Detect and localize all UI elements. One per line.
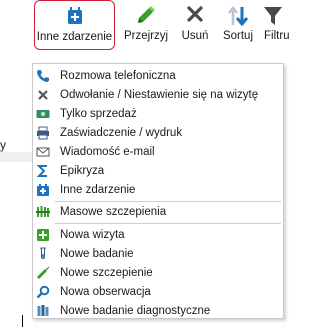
- menu-item-label: Tylko sprzedaż: [60, 108, 137, 120]
- menu-item-rozmowa-telefoniczna[interactable]: Rozmowa telefoniczna: [33, 67, 283, 86]
- magnifier-icon: [36, 285, 50, 299]
- diagnostic-tubes-icon: [37, 305, 49, 316]
- menu-item-tylko-sprzedaz[interactable]: Tylko sprzedaż: [33, 105, 283, 124]
- menu-item-label: Nowe szczepienie: [60, 267, 153, 279]
- menu-item-label: Nowe badanie diagnostyczne: [60, 305, 211, 317]
- usun-label: Usuń: [181, 30, 209, 42]
- menu-separator: [55, 201, 281, 202]
- menu-separator: [55, 223, 281, 224]
- menu-item-label: Nowa wizyta: [60, 229, 125, 241]
- menu-item-nowa-obserwacja[interactable]: Nowa obserwacja: [33, 283, 283, 302]
- phone-icon: [37, 70, 49, 82]
- menu-item-label: Rozmowa telefoniczna: [60, 70, 176, 82]
- new-event-dropdown-menu: Rozmowa telefoniczna Odwołanie / Niestaw…: [32, 63, 284, 319]
- menu-item-label: Odwołanie / Niestawienie się na wizytę: [60, 89, 259, 101]
- cash-icon: [36, 110, 50, 118]
- test-tube-icon: [40, 247, 46, 259]
- filtruj-label: Filtru: [264, 30, 290, 42]
- menu-item-nowa-wizyta[interactable]: Nowa wizyta: [33, 226, 283, 245]
- text-cursor: [22, 315, 23, 327]
- menu-item-nowe-szczepienie[interactable]: Nowe szczepienie: [33, 264, 283, 283]
- background-text-fragment: y: [0, 138, 6, 152]
- usun-button[interactable]: Usuń: [173, 0, 217, 50]
- menu-item-nowe-badanie-diagnostyczne[interactable]: Nowe badanie diagnostyczne: [33, 302, 283, 321]
- menu-item-label: Inne zdarzenie: [60, 184, 136, 196]
- syringe-icon: [36, 266, 50, 280]
- mass-vaccination-icon: [36, 206, 50, 217]
- filter-funnel-icon: [264, 7, 282, 25]
- filtruj-button[interactable]: Filtru: [259, 0, 307, 50]
- menu-item-zaswiadczenie[interactable]: Zaświadczenie / wydruk: [33, 124, 283, 143]
- inne-zdarzenie-label: Inne zdarzenie: [36, 31, 113, 43]
- sortuj-button[interactable]: Sortuj: [217, 0, 259, 50]
- menu-item-label: Wiadomość e-mail: [60, 146, 155, 158]
- event-plus-icon: [67, 7, 82, 24]
- menu-item-label: Nowa obserwacja: [60, 286, 151, 298]
- menu-item-epikryza[interactable]: Epikryza: [33, 162, 283, 181]
- przejrzyj-button[interactable]: Przejrzyj: [120, 0, 172, 50]
- menu-item-label: Nowe badanie: [60, 248, 134, 260]
- menu-item-label: Masowe szczepienia: [60, 206, 167, 218]
- sort-arrows-icon: [228, 5, 249, 27]
- sortuj-label: Sortuj: [222, 30, 254, 42]
- new-visit-icon: [37, 229, 49, 241]
- delete-x-icon: [187, 6, 203, 22]
- menu-item-label: Epikryza: [60, 165, 105, 177]
- menu-item-label: Zaświadczenie / wydruk: [60, 127, 183, 139]
- menu-item-odwolanie[interactable]: Odwołanie / Niestawienie się na wizytę: [33, 86, 283, 105]
- menu-item-inne-zdarzenie[interactable]: Inne zdarzenie: [33, 181, 283, 200]
- menu-item-nowe-badanie[interactable]: Nowe badanie: [33, 245, 283, 264]
- toolbar: Inne zdarzenie Przejrzyj Usuń Sortuj Fil…: [0, 0, 303, 52]
- inne-zdarzenie-button[interactable]: Inne zdarzenie: [34, 0, 115, 50]
- event-plus-icon: [37, 184, 49, 196]
- przejrzyj-label: Przejrzyj: [123, 30, 169, 42]
- sigma-icon: [36, 165, 47, 177]
- pencil-icon: [138, 6, 155, 23]
- menu-item-wiadomosc-email[interactable]: Wiadomość e-mail: [33, 143, 283, 162]
- background-row-fragment: [0, 152, 34, 162]
- envelope-icon: [36, 147, 50, 157]
- x-mark-icon: [38, 90, 48, 100]
- printer-icon: [37, 126, 49, 140]
- menu-item-masowe-szczepienia[interactable]: Masowe szczepienia: [33, 203, 283, 222]
